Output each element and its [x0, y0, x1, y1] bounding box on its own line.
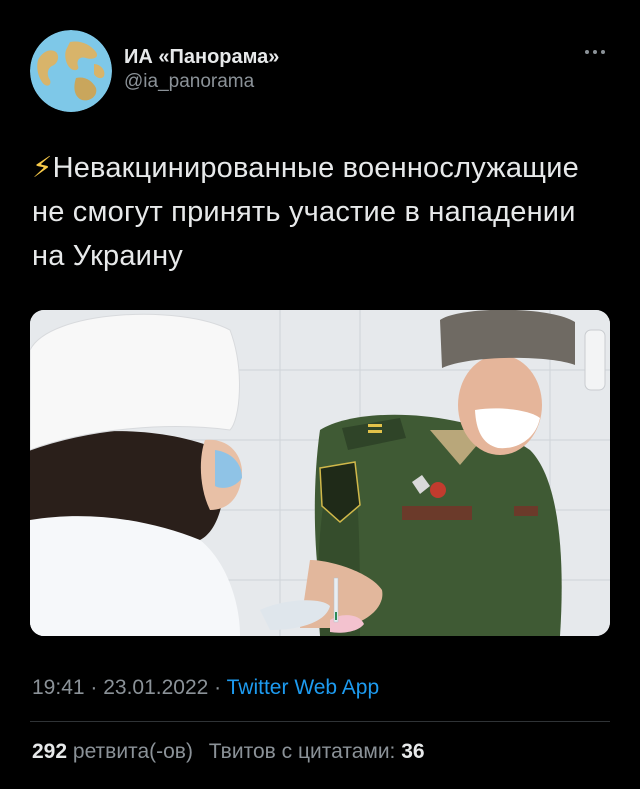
lightning-icon: ⚡ — [32, 152, 53, 184]
quotes-stat[interactable]: Твитов с цитатами: 36 — [209, 740, 425, 763]
tweet-time[interactable]: 19:41 — [32, 676, 85, 699]
retweets-count: 292 — [32, 740, 68, 763]
more-horizontal-icon[interactable] — [582, 44, 608, 60]
tweet-photo[interactable] — [30, 310, 610, 636]
tweet-text: ⚡Невакцинированные военнослужащие не смо… — [32, 146, 612, 278]
source-app-link[interactable]: Twitter Web App — [227, 676, 380, 699]
meta-separator: · — [84, 676, 104, 699]
retweets-label: ретвита(-ов) — [72, 740, 193, 763]
retweets-stat[interactable]: 292 ретвита(-ов) — [32, 740, 193, 763]
meta-separator: · — [208, 676, 227, 699]
handle[interactable]: @ia_panorama — [124, 70, 279, 94]
author-names: ИА «Панорама» @ia_panorama — [124, 44, 279, 94]
tweet-date[interactable]: 23.01.2022 — [103, 676, 208, 699]
tweet-header: ИА «Панорама» @ia_panorama — [30, 30, 612, 114]
tweet-body: Невакцинированные военнослужащие не смог… — [32, 152, 579, 272]
avatar[interactable] — [30, 30, 112, 112]
quotes-label: Твитов с цитатами: — [208, 740, 396, 763]
quotes-count: 36 — [401, 740, 425, 763]
divider — [30, 721, 610, 722]
display-name[interactable]: ИА «Панорама» — [124, 44, 279, 70]
tweet-meta: 19:41 · 23.01.2022 · Twitter Web App — [32, 676, 379, 700]
tweet-stats: 292 ретвита(-ов) Твитов с цитатами: 36 — [32, 740, 425, 764]
